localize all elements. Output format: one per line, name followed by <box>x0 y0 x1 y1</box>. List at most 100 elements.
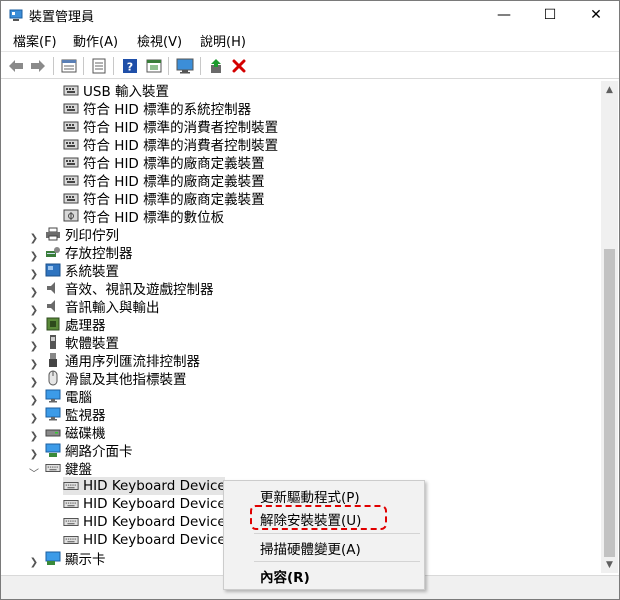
device-manager-window: 裝置管理員 — ☐ ✕ 檔案(F) 動作(A) 檢視(V) 說明(H) ? US… <box>0 0 620 600</box>
tree-item-hid-device[interactable]: 符合 HID 標準的廠商定義裝置 <box>63 153 265 172</box>
expand-chevron-icon[interactable]: ❯ <box>29 359 39 370</box>
tree-category-audio-io[interactable]: 音訊輸入與輸出 <box>45 297 160 316</box>
network-adapter-icon <box>45 442 61 458</box>
uninstall-highlight-outline <box>250 505 387 530</box>
menu-action[interactable]: 動作(A) <box>71 31 120 50</box>
tree-category-software-devices[interactable]: 軟體裝置 <box>45 333 119 352</box>
tree-item-label: 符合 HID 標準的廠商定義裝置 <box>83 156 265 172</box>
tree-category-label: 監視器 <box>65 408 106 424</box>
tree-category-system-devices[interactable]: 系統裝置 <box>45 261 119 280</box>
update-driver-icon[interactable] <box>207 57 225 75</box>
tree-item-hid-device[interactable]: 符合 HID 標準的數位板 <box>63 207 225 226</box>
maximize-button[interactable]: ☐ <box>527 1 573 29</box>
expand-chevron-icon[interactable]: ❯ <box>29 251 39 262</box>
back-arrow-icon[interactable] <box>7 57 25 75</box>
menu-view[interactable]: 檢視(V) <box>135 31 184 50</box>
hid-device-icon <box>63 136 79 152</box>
hid-device-icon <box>63 118 79 134</box>
tree-item-label: 符合 HID 標準的系統控制器 <box>83 102 252 118</box>
tree-category-label: 網路介面卡 <box>65 444 133 460</box>
tree-item-label: HID Keyboard Device <box>83 496 226 512</box>
tree-item-hid-device[interactable]: 符合 HID 標準的廠商定義裝置 <box>63 189 265 208</box>
tree-item-keyboard-device[interactable]: HID Keyboard Device <box>63 495 226 513</box>
keyboard-icon <box>45 460 61 476</box>
mouse-icon <box>45 370 61 386</box>
tree-category-processors[interactable]: 處理器 <box>45 315 106 334</box>
tree-item-label: 符合 HID 標準的廠商定義裝置 <box>83 174 265 190</box>
hid-device-icon <box>63 154 79 170</box>
menu-bar: 檔案(F) 動作(A) 檢視(V) 說明(H) <box>1 29 619 51</box>
menu-scan-hardware-changes[interactable]: 掃描硬體變更(A) <box>260 538 361 558</box>
tree-item-hid-device[interactable]: 符合 HID 標準的消費者控制裝置 <box>63 117 278 136</box>
tree-category-mice[interactable]: 滑鼠及其他指標裝置 <box>45 369 187 388</box>
system-device-icon <box>45 262 61 278</box>
forward-arrow-icon[interactable] <box>29 57 47 75</box>
scrollbar-thumb[interactable] <box>604 249 615 557</box>
tree-category-disk-drives[interactable]: 磁碟機 <box>45 423 106 442</box>
tree-item-keyboard-device[interactable]: HID Keyboard Device <box>63 513 226 531</box>
minimize-button[interactable]: — <box>481 1 527 29</box>
view-list-icon[interactable] <box>90 57 108 75</box>
tree-item-keyboard-device[interactable]: HID Keyboard Device <box>63 531 226 549</box>
device-manager-app-icon <box>9 8 23 22</box>
menu-properties[interactable]: 內容(R) <box>260 566 310 586</box>
monitor-icon <box>45 406 61 422</box>
tree-category-label: 電腦 <box>65 390 92 406</box>
printer-icon <box>45 226 61 242</box>
expand-chevron-icon[interactable]: ❯ <box>29 557 39 568</box>
speaker-icon <box>45 298 61 314</box>
scroll-up-arrow-icon[interactable]: ▲ <box>601 81 618 98</box>
properties-sheet-icon[interactable] <box>60 57 78 75</box>
close-button[interactable]: ✕ <box>573 1 619 29</box>
tree-category-usb-controllers[interactable]: 通用序列匯流排控制器 <box>45 351 200 370</box>
scroll-down-arrow-icon[interactable]: ▼ <box>601 556 618 573</box>
tree-item-label: 符合 HID 標準的數位板 <box>83 210 225 226</box>
vertical-scrollbar[interactable]: ▲ ▼ <box>601 81 618 573</box>
speaker-icon <box>45 280 61 296</box>
tree-item-hid-device[interactable]: 符合 HID 標準的廠商定義裝置 <box>63 171 265 190</box>
tree-category-print-queues[interactable]: 列印佇列 <box>45 225 119 244</box>
tree-item-hid-device[interactable]: 符合 HID 標準的系統控制器 <box>63 99 252 118</box>
help-icon[interactable]: ? <box>121 57 139 75</box>
hid-device-icon <box>63 82 79 98</box>
hid-device-icon <box>63 100 79 116</box>
tree-category-keyboards[interactable]: 鍵盤 <box>45 459 92 478</box>
tree-item-hid-device[interactable]: USB 輸入裝置 <box>63 81 169 100</box>
expand-chevron-icon[interactable]: ❯ <box>29 395 39 406</box>
tree-category-storage-controllers[interactable]: 存放控制器 <box>45 243 133 262</box>
title-bar[interactable]: 裝置管理員 — ☐ ✕ <box>1 1 619 29</box>
storage-controller-icon <box>45 244 61 260</box>
expand-chevron-icon[interactable]: ❯ <box>29 431 39 442</box>
tree-item-hid-device[interactable]: 符合 HID 標準的消費者控制裝置 <box>63 135 278 154</box>
expand-chevron-icon[interactable]: ❯ <box>29 287 39 298</box>
display-adapter-icon <box>45 550 61 566</box>
menu-update-driver[interactable]: 更新驅動程式(P) <box>260 486 360 506</box>
collapse-chevron-icon[interactable]: ﹀ <box>29 467 39 480</box>
keyboard-icon <box>63 532 79 548</box>
expand-chevron-icon[interactable]: ❯ <box>29 449 39 460</box>
menu-file[interactable]: 檔案(F) <box>11 31 59 50</box>
expand-chevron-icon[interactable]: ❯ <box>29 341 39 352</box>
context-menu: 更新驅動程式(P) 解除安裝裝置(U) 掃描硬體變更(A) 內容(R) <box>223 480 425 590</box>
tree-category-sound-video-game[interactable]: 音效、視訊及遊戲控制器 <box>45 279 214 298</box>
expand-chevron-icon[interactable]: ❯ <box>29 233 39 244</box>
tree-category-network-adapters[interactable]: 網路介面卡 <box>45 441 133 460</box>
refresh-view-icon[interactable] <box>145 57 163 75</box>
usb-icon <box>45 352 61 368</box>
keyboard-icon <box>63 514 79 530</box>
expand-chevron-icon[interactable]: ❯ <box>29 377 39 388</box>
tree-category-monitors[interactable]: 監視器 <box>45 405 106 424</box>
expand-chevron-icon[interactable]: ❯ <box>29 269 39 280</box>
expand-chevron-icon[interactable]: ❯ <box>29 305 39 316</box>
tree-category-label: 系統裝置 <box>65 264 119 280</box>
expand-chevron-icon[interactable]: ❯ <box>29 413 39 424</box>
monitor-scan-icon[interactable] <box>176 57 194 75</box>
disk-drive-icon <box>45 424 61 440</box>
tree-category-label: 通用序列匯流排控制器 <box>65 354 200 370</box>
tree-category-computer[interactable]: 電腦 <box>45 387 92 406</box>
uninstall-x-icon[interactable] <box>230 57 248 75</box>
expand-chevron-icon[interactable]: ❯ <box>29 323 39 334</box>
tree-item-keyboard-device-selected[interactable]: HID Keyboard Device <box>63 477 226 495</box>
menu-help[interactable]: 說明(H) <box>198 31 248 50</box>
tree-category-display-adapters[interactable]: 顯示卡 <box>45 549 106 568</box>
